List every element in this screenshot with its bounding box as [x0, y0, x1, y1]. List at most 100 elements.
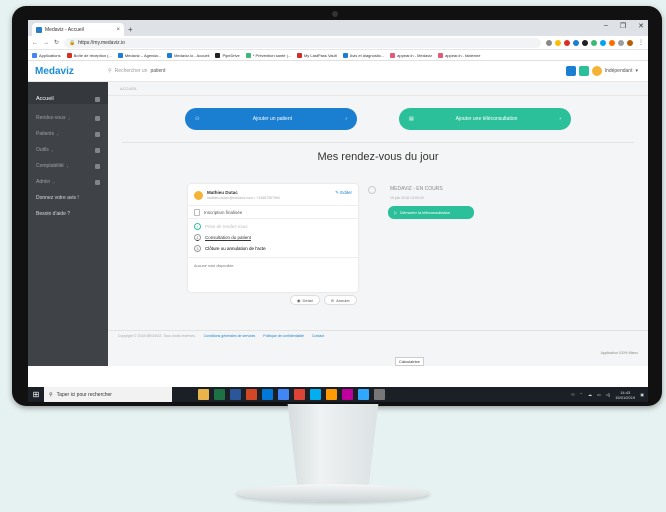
sidebar-item[interactable]: Comptabilité ›	[28, 158, 108, 174]
add-patient-button[interactable]: ⚇ Ajouter un patient ›	[185, 108, 357, 130]
taskbar-app-icon[interactable]	[374, 389, 385, 400]
extension-icon[interactable]	[600, 39, 606, 46]
forward-icon[interactable]: →	[43, 40, 49, 46]
patient-search[interactable]: ⚲ Rechercher un patient	[108, 68, 165, 74]
notification-icon[interactable]: ▣	[640, 392, 644, 397]
taskbar-app-icon[interactable]	[310, 389, 321, 400]
people-icon[interactable]: ⚇	[571, 392, 575, 397]
bookmark-item[interactable]: Medaviz – Agenda...	[117, 52, 161, 58]
detail-button[interactable]: ◉ Détail	[290, 295, 320, 305]
bookmark-favicon-icon	[390, 52, 396, 58]
sidebar-item[interactable]: Outils ›	[28, 142, 108, 158]
windows-start-icon[interactable]: ⊞	[28, 387, 44, 402]
url-field[interactable]: 🔒 https://my.medaviz.io	[64, 37, 541, 48]
taskbar-app-icon[interactable]	[294, 389, 305, 400]
cloud-icon[interactable]: ☁	[588, 392, 592, 397]
bookmark-item[interactable]: Avis et diagnostic...	[342, 52, 385, 58]
bookmark-item[interactable]: PipeDrive	[215, 52, 240, 58]
extension-icon[interactable]	[564, 39, 570, 46]
profile-icon[interactable]	[627, 39, 633, 46]
bookmark-item[interactable]: Medaviz.io - Accueil	[167, 52, 209, 58]
taskbar-search-placeholder: Taper ici pour rechercher	[56, 391, 112, 398]
bookmark-favicon-icon	[342, 52, 348, 58]
sidebar-item[interactable]: Besoin d'aide ?	[28, 206, 108, 222]
extension-icon[interactable]	[591, 39, 597, 46]
add-teleconsultation-button[interactable]: ▤ Ajouter une téléconsultation ›	[399, 108, 571, 130]
sidebar-item-label: Outils	[36, 147, 49, 153]
zoom-icon[interactable]	[546, 39, 552, 46]
privacy-link[interactable]: Politique de confidentialité	[263, 334, 304, 338]
taskbar-app-icon[interactable]	[246, 389, 257, 400]
bookmark-item[interactable]: Applications	[32, 52, 61, 58]
patient-name[interactable]: Mathieu Dutac	[207, 190, 280, 195]
close-window-icon[interactable]: ✕	[638, 22, 644, 30]
contact-link[interactable]: Contact	[312, 334, 324, 338]
bookmark-item[interactable]: appear.in - fabienne	[438, 52, 481, 58]
taskbar-app-icon[interactable]	[326, 389, 337, 400]
bookmark-label: Avis et diagnostic...	[349, 52, 385, 58]
taskbar-app-icon[interactable]	[198, 389, 209, 400]
medaviz-logo[interactable]: Medaviz	[28, 66, 108, 77]
avatar[interactable]	[591, 66, 602, 76]
browser-tab[interactable]: Medaviz - Accueil ×	[32, 23, 124, 36]
monitor-frame: Medaviz - Accueil × + – ❐ ✕ ← → ↻ 🔒 http…	[12, 6, 662, 406]
settings-icon[interactable]	[578, 66, 589, 76]
sidebar-item[interactable]: Donnez votre avis !	[28, 190, 108, 206]
chevron-up-icon[interactable]: ⌃	[580, 392, 583, 397]
status-dot-icon	[368, 186, 376, 194]
reload-icon[interactable]: ↻	[54, 39, 59, 46]
menu-icon[interactable]: ⋮	[638, 39, 644, 46]
star-icon[interactable]	[555, 39, 561, 46]
bookmark-label: Boîte de réception (...	[73, 52, 112, 58]
chevron-right-icon: ›	[559, 116, 561, 122]
tab-close-icon[interactable]: ×	[116, 27, 120, 33]
taskbar-app-icon[interactable]	[358, 389, 369, 400]
sidebar-item[interactable]: Accueil	[28, 88, 108, 110]
appointment-step[interactable]: 2 Consultation du patient	[188, 232, 358, 243]
terms-link[interactable]: Conditions générales de services	[204, 334, 256, 338]
bookmark-label: appear.in - fabienne	[445, 52, 481, 58]
extension-icon[interactable]	[618, 39, 624, 46]
sidebar-item[interactable]: Admin ›	[28, 174, 108, 190]
extensions	[546, 39, 633, 46]
taskbar-apps	[198, 389, 385, 400]
taskbar-app-icon[interactable]	[342, 389, 353, 400]
taskbar-app-icon[interactable]	[214, 389, 225, 400]
user-icon[interactable]	[565, 66, 576, 76]
taskbar-app-icon[interactable]	[262, 389, 273, 400]
address-bar: ← → ↻ 🔒 https://my.medaviz.io ⋮	[28, 36, 648, 50]
bookmark-favicon-icon	[296, 52, 302, 58]
bookmark-label: My LastPass Vault	[303, 52, 337, 58]
bookmark-item[interactable]: My LastPass Vault	[296, 52, 337, 58]
sidebar-item[interactable]: Rendez-vous ›	[28, 110, 108, 126]
back-icon[interactable]: ←	[32, 40, 38, 46]
patient-contact: mathieu.dutac@medaviz.com • +33687557564	[207, 196, 280, 200]
user-role-label[interactable]: Indépendant	[605, 68, 633, 74]
taskbar-search[interactable]: ⚲ Taper ici pour rechercher	[44, 387, 172, 402]
bookmark-item[interactable]: Boîte de réception (...	[66, 52, 112, 58]
network-icon[interactable]: ▭	[597, 392, 601, 397]
bookmark-item[interactable]: * Prévention santé |...	[245, 52, 291, 58]
taskbar-app-icon[interactable]	[278, 389, 289, 400]
taskbar-app-icon[interactable]	[230, 389, 241, 400]
extension-icon[interactable]	[582, 39, 588, 46]
new-tab-button[interactable]: +	[128, 23, 133, 36]
sidebar-item-label: Admin	[36, 179, 51, 185]
step-number: ✓	[194, 223, 201, 230]
cancel-button[interactable]: ⊘ Annuler	[323, 295, 357, 305]
minimize-icon[interactable]: –	[604, 22, 608, 30]
chevron-down-icon[interactable]: ▾	[635, 68, 638, 74]
maximize-icon[interactable]: ❐	[620, 22, 626, 30]
volume-icon[interactable]: ◁)	[606, 392, 610, 397]
clock[interactable]: 14:43 15/01/2019	[615, 390, 635, 400]
start-teleconsultation-button[interactable]: ▷ Démarrer la téléconsultation	[388, 206, 474, 219]
sidebar-item-icon	[95, 163, 100, 169]
edit-patient-button[interactable]: ✎ Editer	[335, 190, 352, 196]
extension-icon[interactable]	[609, 39, 615, 46]
extension-icon[interactable]	[573, 39, 579, 46]
bookmark-item[interactable]: appear.in - Medaviz	[390, 52, 432, 58]
app-footer: Copyright © 2018 MEDAVIZ. Tous droits ré…	[108, 330, 648, 366]
sidebar-item[interactable]: Patients ›	[28, 126, 108, 142]
sidebar-item-label: Comptabilité	[36, 163, 64, 169]
bookmark-favicon-icon	[167, 52, 173, 58]
